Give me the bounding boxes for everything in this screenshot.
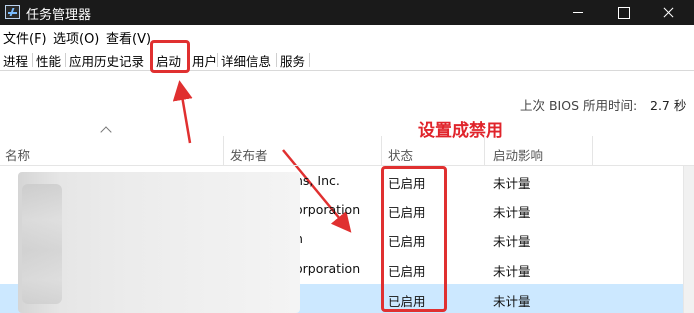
maximize-icon[interactable] — [601, 0, 645, 25]
publisher-cell: orporation — [295, 261, 361, 276]
menu-view[interactable]: 查看(V) — [106, 28, 151, 47]
task-manager-icon — [5, 5, 20, 19]
tab-performance[interactable]: 性能 — [34, 51, 63, 70]
column-header-impact[interactable]: 启动影响 — [493, 145, 543, 164]
tab-divider — [276, 53, 277, 67]
impact-cell: 未计量 — [493, 234, 531, 249]
tab-divider — [32, 53, 33, 67]
column-header-status[interactable]: 状态 — [388, 145, 413, 164]
status-highlight-box — [381, 166, 447, 312]
table-header: 名称 发布者 状态 启动影响 — [0, 136, 694, 166]
column-divider[interactable] — [592, 136, 593, 166]
publisher-cell: orporation — [295, 202, 361, 217]
tab-startup[interactable]: 启动 — [150, 40, 190, 73]
close-icon[interactable] — [646, 0, 690, 25]
tab-app-history[interactable]: 应用历史记录 — [67, 51, 146, 70]
bios-time-label: 上次 BIOS 所用时间: — [520, 98, 638, 113]
column-header-name[interactable]: 名称 — [5, 145, 30, 164]
tab-startup-label: 启动 — [156, 54, 182, 69]
impact-cell: 未计量 — [493, 264, 531, 279]
tab-processes[interactable]: 进程 — [1, 51, 30, 70]
redacted-names-blur — [18, 172, 300, 313]
tab-bar: 进程 性能 应用历史记录 用户 详细信息 服务 — [0, 47, 694, 71]
impact-cell: 未计量 — [493, 176, 531, 191]
window-title: 任务管理器 — [26, 8, 92, 23]
vertical-scrollbar[interactable] — [683, 166, 694, 313]
column-divider[interactable] — [381, 136, 382, 166]
column-divider[interactable] — [223, 136, 224, 166]
publisher-cell: ns, Inc. — [295, 173, 340, 188]
tab-services[interactable]: 服务 — [278, 51, 307, 70]
tab-divider — [217, 53, 218, 67]
minimize-icon[interactable] — [556, 0, 600, 25]
tab-details[interactable]: 详细信息 — [219, 51, 273, 70]
title-bar: 任务管理器 — [0, 0, 694, 25]
column-divider[interactable] — [484, 136, 485, 166]
tab-divider — [65, 53, 66, 67]
menu-bar: 文件(F) 选项(O) 查看(V) — [0, 25, 694, 47]
impact-cell: 未计量 — [493, 294, 531, 309]
menu-options[interactable]: 选项(O) — [53, 28, 99, 47]
menu-file[interactable]: 文件(F) — [3, 28, 47, 47]
bios-time-value: 2.7 秒 — [650, 98, 687, 113]
impact-cell: 未计量 — [493, 205, 531, 220]
tab-users[interactable]: 用户 — [190, 51, 219, 70]
tab-divider — [309, 53, 310, 67]
column-header-publisher[interactable]: 发布者 — [230, 145, 268, 164]
